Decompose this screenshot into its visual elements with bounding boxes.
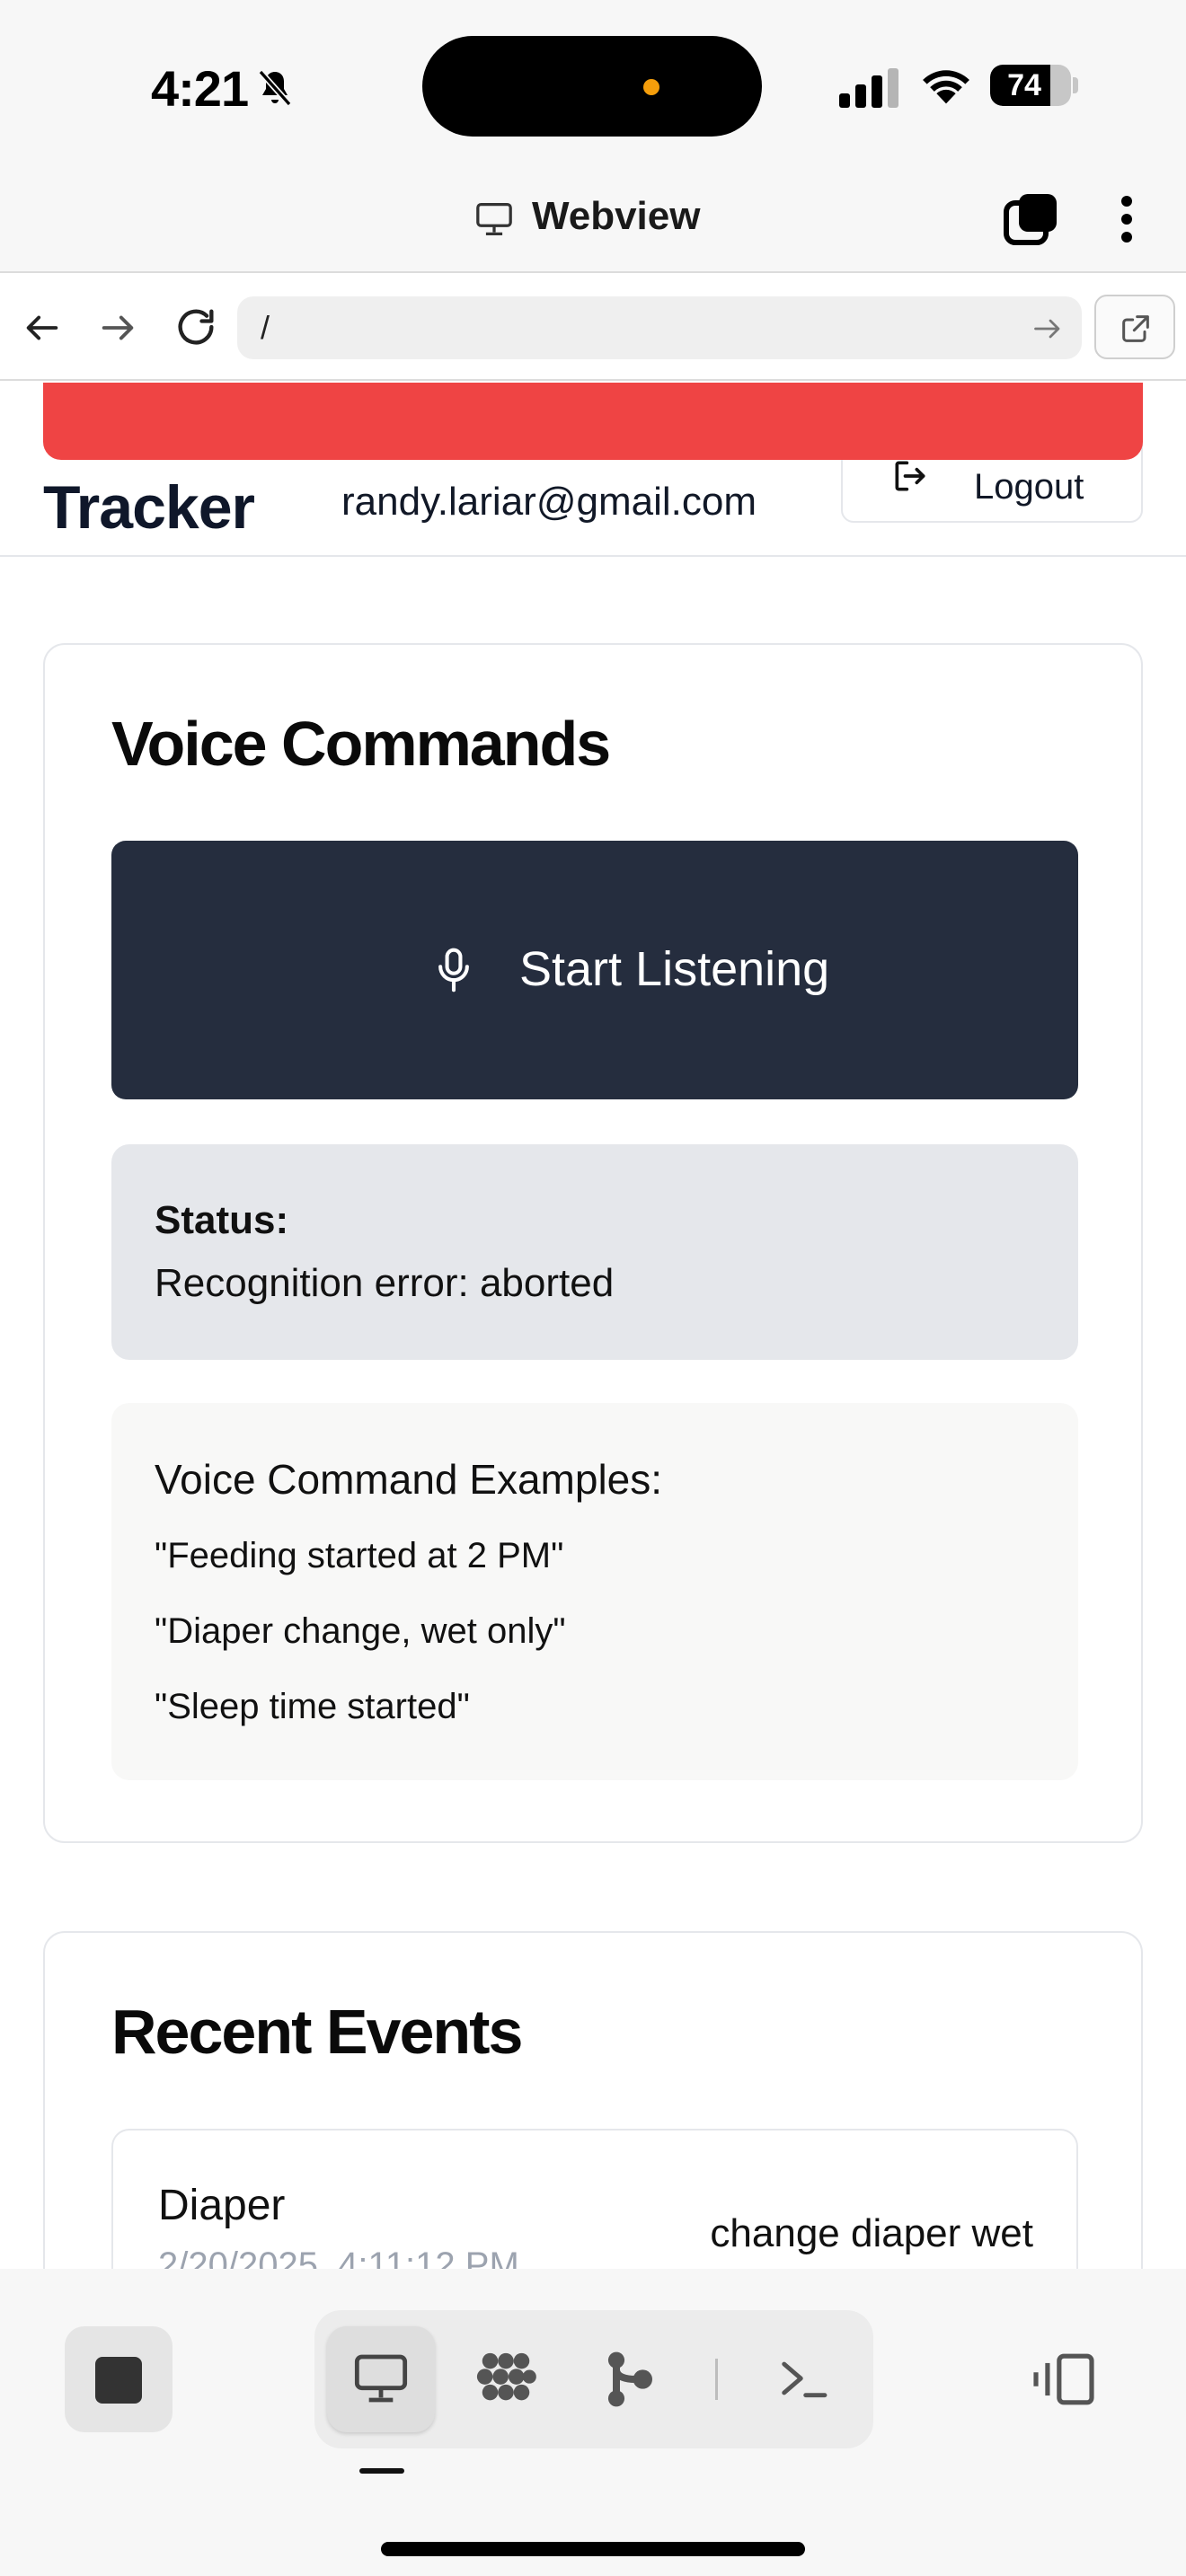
go-arrow-icon[interactable] xyxy=(1031,314,1064,343)
more-vertical-icon[interactable] xyxy=(1111,192,1143,246)
battery-icon: 74 xyxy=(990,65,1071,106)
tabs-icon[interactable] xyxy=(1003,192,1058,246)
user-email: randy.lariar@gmail.com xyxy=(341,480,757,524)
battery-percentage: 74 xyxy=(1007,68,1041,102)
example-item: "Sleep time started" xyxy=(155,1687,470,1726)
branch-mode-button[interactable] xyxy=(575,2326,683,2432)
start-listening-button[interactable]: Start Listening xyxy=(111,841,1078,1099)
open-external-icon xyxy=(1122,315,1149,342)
signal-icon xyxy=(839,68,898,108)
start-listening-label: Start Listening xyxy=(519,942,830,996)
terminal-mode-button[interactable] xyxy=(749,2326,857,2432)
home-indicator[interactable] xyxy=(381,2542,805,2556)
web-page: Tracker randy.lariar@gmail.com Logout Vo… xyxy=(0,383,1186,2269)
monitor-icon xyxy=(354,2354,408,2403)
stop-button[interactable] xyxy=(65,2326,173,2432)
monitor-icon xyxy=(476,202,512,235)
battery-cap xyxy=(1073,77,1078,93)
url-bar-row xyxy=(0,273,1186,381)
apps-grid-icon xyxy=(476,2352,536,2401)
bottom-toolbar xyxy=(0,2269,1186,2576)
status-label: Status: xyxy=(155,1198,289,1242)
examples-box: Voice Command Examples: "Feeding started… xyxy=(111,1403,1078,1780)
example-item: "Feeding started at 2 PM" xyxy=(155,1536,564,1575)
wifi-icon xyxy=(923,70,969,104)
mode-switcher xyxy=(314,2310,873,2448)
bell-off-icon xyxy=(258,69,292,107)
error-toast xyxy=(43,383,1143,460)
example-item: "Diaper change, wet only" xyxy=(155,1611,566,1651)
apps-mode-button[interactable] xyxy=(451,2326,559,2432)
webview-title: Webview xyxy=(532,194,701,238)
examples-title: Voice Command Examples: xyxy=(155,1456,663,1503)
reload-icon[interactable] xyxy=(173,304,219,350)
status-text: Recognition error: aborted xyxy=(155,1261,615,1305)
active-mode-indicator xyxy=(359,2468,404,2474)
open-external-button[interactable] xyxy=(1094,295,1175,359)
monitor-mode-button[interactable] xyxy=(327,2326,435,2432)
terminal-icon xyxy=(782,2361,828,2398)
logout-icon xyxy=(895,461,925,491)
voice-commands-title: Voice Commands xyxy=(111,709,611,779)
status-bar: 4:21 74 xyxy=(0,0,1186,162)
dynamic-island xyxy=(422,36,762,137)
mode-separator xyxy=(715,2359,718,2400)
side-panel-icon[interactable] xyxy=(1030,2351,1098,2407)
recent-events-card: Recent Events Diaper 2/20/2025, 4:11:12 … xyxy=(43,1931,1143,2269)
recent-events-title: Recent Events xyxy=(111,1997,523,2067)
privacy-indicator xyxy=(643,79,659,95)
logout-label: Logout xyxy=(974,467,1084,507)
stop-icon xyxy=(95,2357,142,2404)
event-type: Diaper xyxy=(158,2182,286,2229)
back-arrow-icon[interactable] xyxy=(22,307,63,348)
forward-arrow-icon[interactable] xyxy=(97,307,138,348)
voice-commands-card: Voice Commands Start Listening Status: R… xyxy=(43,643,1143,1843)
status-box: Status: Recognition error: aborted xyxy=(111,1144,1078,1360)
event-description: change diaper wet xyxy=(710,2211,1033,2255)
event-list-item[interactable]: Diaper 2/20/2025, 4:11:12 PM change diap… xyxy=(111,2129,1078,2269)
event-timestamp: 2/20/2025, 4:11:12 PM xyxy=(158,2245,519,2269)
url-input[interactable] xyxy=(237,296,1082,359)
app-title: Tracker xyxy=(43,473,255,542)
status-time: 4:21 xyxy=(151,60,249,117)
microphone-icon xyxy=(438,948,469,992)
webview-title-bar: Webview xyxy=(0,162,1186,273)
branch-icon xyxy=(607,2351,652,2407)
